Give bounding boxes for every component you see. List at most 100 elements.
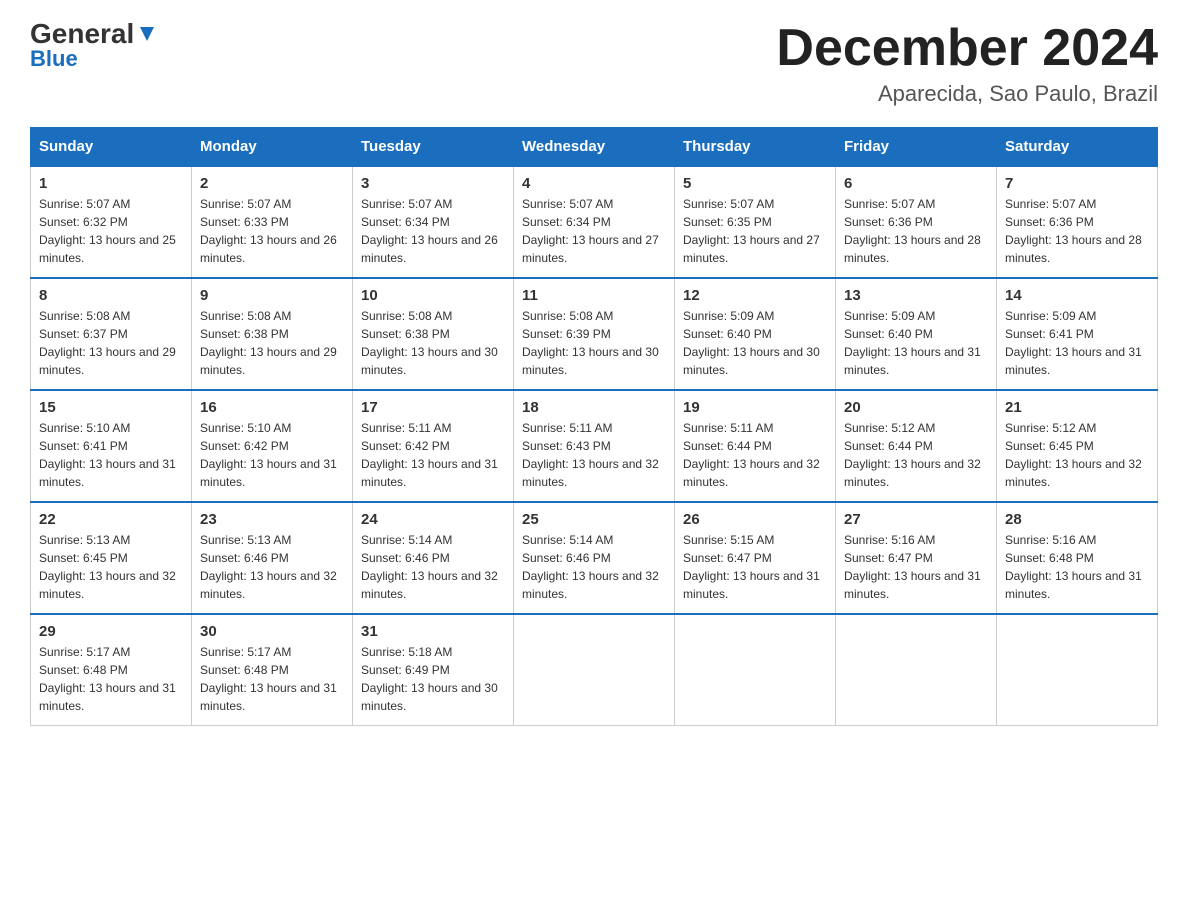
day-info: Sunrise: 5:07 AM Sunset: 6:35 PM Dayligh…	[683, 195, 827, 267]
sunset-label: Sunset: 6:34 PM	[522, 215, 611, 229]
sunset-label: Sunset: 6:38 PM	[361, 327, 450, 341]
sunset-label: Sunset: 6:44 PM	[844, 439, 933, 453]
sunset-label: Sunset: 6:49 PM	[361, 663, 450, 677]
day-info: Sunrise: 5:13 AM Sunset: 6:46 PM Dayligh…	[200, 531, 344, 603]
day-cell-4: 4 Sunrise: 5:07 AM Sunset: 6:34 PM Dayli…	[514, 166, 675, 278]
day-cell-18: 18 Sunrise: 5:11 AM Sunset: 6:43 PM Dayl…	[514, 390, 675, 502]
sunset-label: Sunset: 6:42 PM	[361, 439, 450, 453]
daylight-label: Daylight: 13 hours and 29 minutes.	[39, 345, 176, 377]
day-number: 6	[844, 175, 988, 192]
day-cell-9: 9 Sunrise: 5:08 AM Sunset: 6:38 PM Dayli…	[192, 278, 353, 390]
sunrise-label: Sunrise: 5:08 AM	[200, 309, 291, 323]
day-cell-26: 26 Sunrise: 5:15 AM Sunset: 6:47 PM Dayl…	[675, 502, 836, 614]
week-row-3: 15 Sunrise: 5:10 AM Sunset: 6:41 PM Dayl…	[31, 390, 1158, 502]
column-header-sunday: Sunday	[31, 128, 192, 167]
empty-cell	[675, 614, 836, 726]
sunrise-label: Sunrise: 5:07 AM	[39, 197, 130, 211]
sunrise-label: Sunrise: 5:07 AM	[361, 197, 452, 211]
sunrise-label: Sunrise: 5:18 AM	[361, 645, 452, 659]
sunset-label: Sunset: 6:42 PM	[200, 439, 289, 453]
day-number: 22	[39, 511, 183, 528]
sunrise-label: Sunrise: 5:10 AM	[39, 421, 130, 435]
empty-cell	[997, 614, 1158, 726]
sunrise-label: Sunrise: 5:11 AM	[683, 421, 774, 435]
sunrise-label: Sunrise: 5:17 AM	[39, 645, 130, 659]
daylight-label: Daylight: 13 hours and 31 minutes.	[683, 569, 820, 601]
day-cell-22: 22 Sunrise: 5:13 AM Sunset: 6:45 PM Dayl…	[31, 502, 192, 614]
sunrise-label: Sunrise: 5:09 AM	[1005, 309, 1096, 323]
day-info: Sunrise: 5:08 AM Sunset: 6:38 PM Dayligh…	[200, 307, 344, 379]
day-number: 27	[844, 511, 988, 528]
logo: General Blue	[30, 20, 158, 72]
sunrise-label: Sunrise: 5:10 AM	[200, 421, 291, 435]
sunrise-label: Sunrise: 5:09 AM	[844, 309, 935, 323]
day-info: Sunrise: 5:10 AM Sunset: 6:42 PM Dayligh…	[200, 419, 344, 491]
day-info: Sunrise: 5:14 AM Sunset: 6:46 PM Dayligh…	[361, 531, 505, 603]
day-info: Sunrise: 5:18 AM Sunset: 6:49 PM Dayligh…	[361, 643, 505, 715]
day-cell-6: 6 Sunrise: 5:07 AM Sunset: 6:36 PM Dayli…	[836, 166, 997, 278]
day-number: 17	[361, 399, 505, 416]
day-info: Sunrise: 5:07 AM Sunset: 6:33 PM Dayligh…	[200, 195, 344, 267]
week-row-1: 1 Sunrise: 5:07 AM Sunset: 6:32 PM Dayli…	[31, 166, 1158, 278]
sunset-label: Sunset: 6:48 PM	[200, 663, 289, 677]
daylight-label: Daylight: 13 hours and 30 minutes.	[361, 345, 498, 377]
daylight-label: Daylight: 13 hours and 29 minutes.	[200, 345, 337, 377]
sunrise-label: Sunrise: 5:08 AM	[522, 309, 613, 323]
sunset-label: Sunset: 6:39 PM	[522, 327, 611, 341]
day-info: Sunrise: 5:07 AM Sunset: 6:36 PM Dayligh…	[1005, 195, 1149, 267]
daylight-label: Daylight: 13 hours and 31 minutes.	[844, 345, 981, 377]
daylight-label: Daylight: 13 hours and 32 minutes.	[1005, 457, 1142, 489]
column-header-monday: Monday	[192, 128, 353, 167]
day-number: 15	[39, 399, 183, 416]
sunset-label: Sunset: 6:47 PM	[844, 551, 933, 565]
day-number: 1	[39, 175, 183, 192]
daylight-label: Daylight: 13 hours and 25 minutes.	[39, 233, 176, 265]
column-header-saturday: Saturday	[997, 128, 1158, 167]
sunrise-label: Sunrise: 5:07 AM	[1005, 197, 1096, 211]
daylight-label: Daylight: 13 hours and 28 minutes.	[844, 233, 981, 265]
day-cell-7: 7 Sunrise: 5:07 AM Sunset: 6:36 PM Dayli…	[997, 166, 1158, 278]
sunset-label: Sunset: 6:48 PM	[1005, 551, 1094, 565]
sunset-label: Sunset: 6:37 PM	[39, 327, 128, 341]
logo-triangle-icon	[136, 23, 158, 45]
day-cell-16: 16 Sunrise: 5:10 AM Sunset: 6:42 PM Dayl…	[192, 390, 353, 502]
sunrise-label: Sunrise: 5:12 AM	[1005, 421, 1096, 435]
sunset-label: Sunset: 6:38 PM	[200, 327, 289, 341]
sunset-label: Sunset: 6:35 PM	[683, 215, 772, 229]
daylight-label: Daylight: 13 hours and 32 minutes.	[39, 569, 176, 601]
day-cell-25: 25 Sunrise: 5:14 AM Sunset: 6:46 PM Dayl…	[514, 502, 675, 614]
sunset-label: Sunset: 6:45 PM	[1005, 439, 1094, 453]
day-cell-20: 20 Sunrise: 5:12 AM Sunset: 6:44 PM Dayl…	[836, 390, 997, 502]
day-cell-28: 28 Sunrise: 5:16 AM Sunset: 6:48 PM Dayl…	[997, 502, 1158, 614]
sunrise-label: Sunrise: 5:14 AM	[361, 533, 452, 547]
sunset-label: Sunset: 6:41 PM	[39, 439, 128, 453]
sunrise-label: Sunrise: 5:07 AM	[522, 197, 613, 211]
sunset-label: Sunset: 6:46 PM	[361, 551, 450, 565]
day-info: Sunrise: 5:10 AM Sunset: 6:41 PM Dayligh…	[39, 419, 183, 491]
day-number: 13	[844, 287, 988, 304]
day-info: Sunrise: 5:15 AM Sunset: 6:47 PM Dayligh…	[683, 531, 827, 603]
sunrise-label: Sunrise: 5:09 AM	[683, 309, 774, 323]
daylight-label: Daylight: 13 hours and 30 minutes.	[683, 345, 820, 377]
daylight-label: Daylight: 13 hours and 27 minutes.	[522, 233, 659, 265]
sunrise-label: Sunrise: 5:15 AM	[683, 533, 774, 547]
day-number: 8	[39, 287, 183, 304]
empty-cell	[836, 614, 997, 726]
day-cell-24: 24 Sunrise: 5:14 AM Sunset: 6:46 PM Dayl…	[353, 502, 514, 614]
day-info: Sunrise: 5:07 AM Sunset: 6:32 PM Dayligh…	[39, 195, 183, 267]
day-number: 30	[200, 623, 344, 640]
day-number: 4	[522, 175, 666, 192]
day-info: Sunrise: 5:13 AM Sunset: 6:45 PM Dayligh…	[39, 531, 183, 603]
header: General Blue December 2024 Aparecida, Sa…	[30, 20, 1158, 107]
sunrise-label: Sunrise: 5:08 AM	[39, 309, 130, 323]
daylight-label: Daylight: 13 hours and 31 minutes.	[1005, 345, 1142, 377]
day-info: Sunrise: 5:14 AM Sunset: 6:46 PM Dayligh…	[522, 531, 666, 603]
calendar-table: SundayMondayTuesdayWednesdayThursdayFrid…	[30, 127, 1158, 726]
sunrise-label: Sunrise: 5:07 AM	[200, 197, 291, 211]
day-number: 19	[683, 399, 827, 416]
logo-text-general: General	[30, 20, 134, 48]
day-cell-31: 31 Sunrise: 5:18 AM Sunset: 6:49 PM Dayl…	[353, 614, 514, 726]
day-number: 7	[1005, 175, 1149, 192]
sunset-label: Sunset: 6:33 PM	[200, 215, 289, 229]
day-number: 31	[361, 623, 505, 640]
